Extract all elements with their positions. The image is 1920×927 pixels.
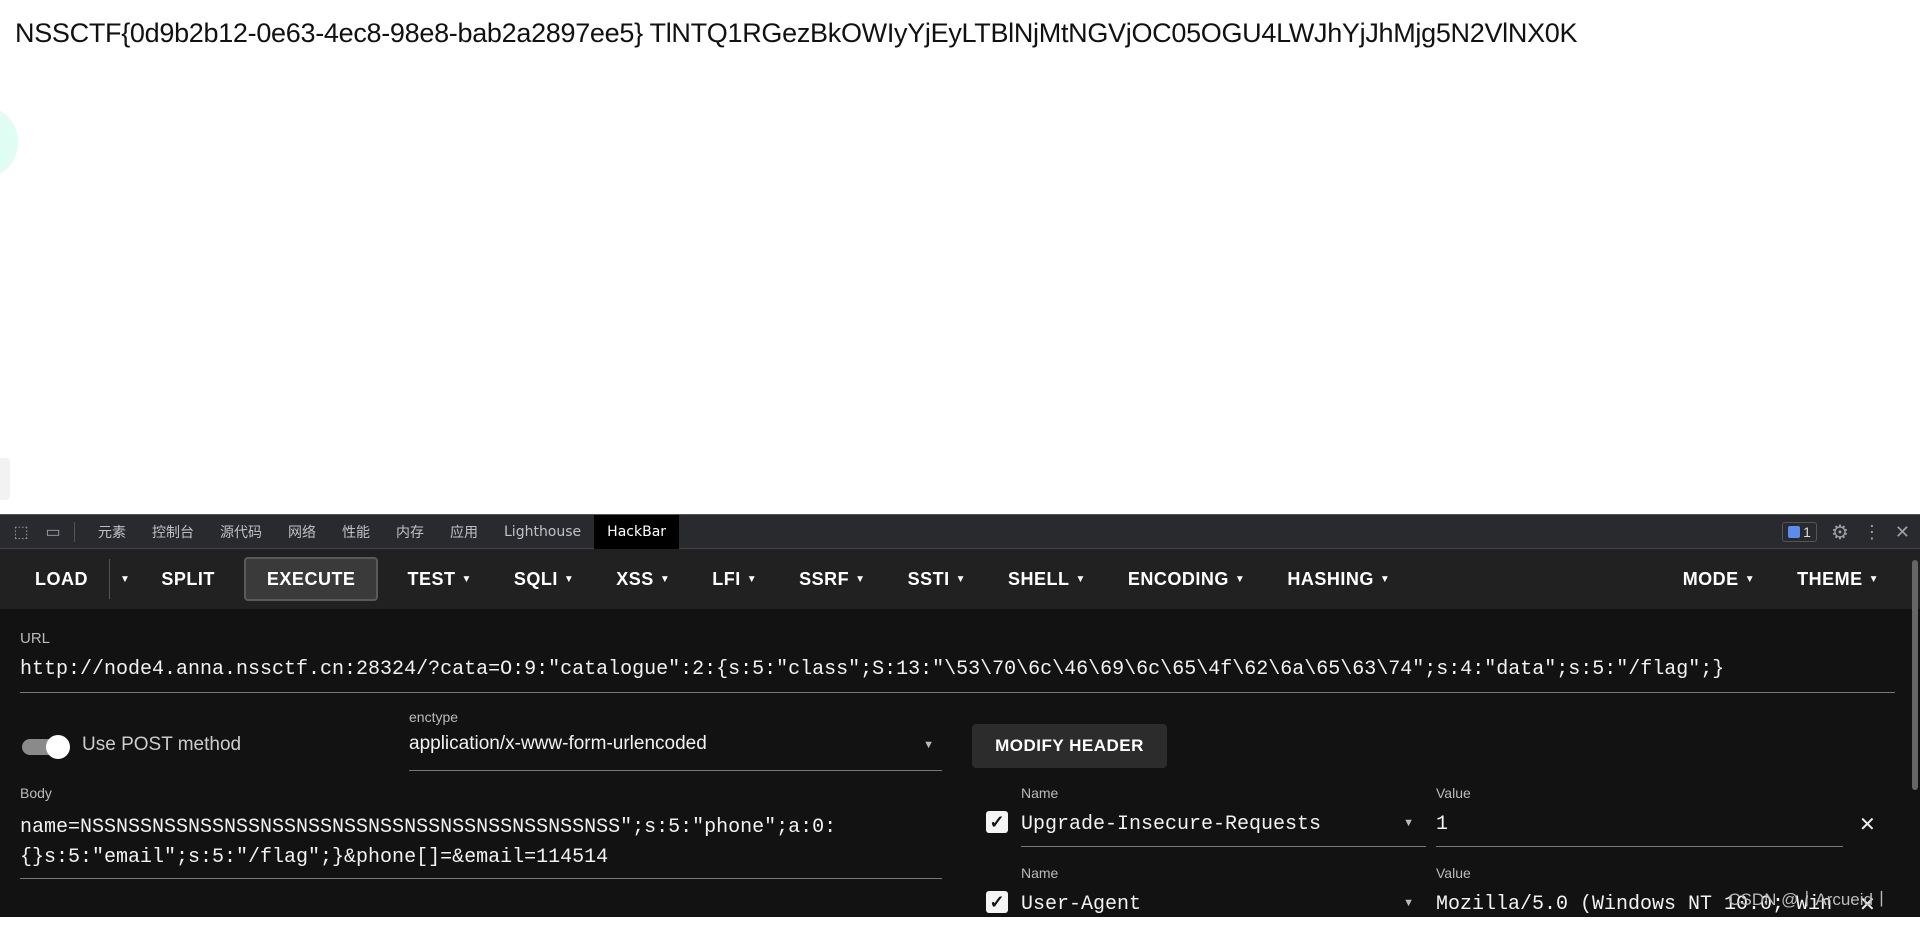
issues-count: 1 xyxy=(1803,524,1811,540)
post-toggle[interactable] xyxy=(22,735,72,759)
menu-xss[interactable]: XSS ▼ xyxy=(595,557,691,601)
menu-mode[interactable]: MODE ▼ xyxy=(1662,557,1776,601)
enctype-value: application/x-www-form-urlencoded xyxy=(409,733,707,754)
header-2-name-input[interactable]: User-Agent ▼ xyxy=(1021,893,1426,927)
tab-sources[interactable]: 源代码 xyxy=(207,515,275,549)
menu-label: HASHING xyxy=(1287,568,1374,589)
gear-icon[interactable]: ⚙ xyxy=(1831,520,1849,545)
tab-console[interactable]: 控制台 xyxy=(139,515,207,549)
header-1-value: 1 xyxy=(1436,813,1449,836)
execute-button[interactable]: EXECUTE xyxy=(243,557,379,601)
caret-down-icon: ▼ xyxy=(1403,817,1414,829)
enctype-label: enctype xyxy=(409,709,459,725)
menu-label: ENCODING xyxy=(1127,568,1229,589)
header-1-value-input[interactable]: 1 xyxy=(1436,813,1843,847)
caret-down-icon: ▼ xyxy=(1379,573,1391,585)
caret-down-icon: ▼ xyxy=(746,573,758,585)
caret-down-icon: ▼ xyxy=(461,573,472,585)
header-2-name: User-Agent xyxy=(1021,893,1142,916)
watermark: CSDN @丨Arcueid丨 xyxy=(1728,890,1890,909)
caret-down-icon: ▼ xyxy=(659,573,671,585)
devtools-tab-bar: ⬚ ▭ 元素 控制台 源代码 网络 性能 内存 应用 Lighthouse Ha… xyxy=(0,514,1920,549)
post-toggle-label: Use POST method xyxy=(82,734,242,755)
menu-label: MODE xyxy=(1682,568,1739,589)
menu-theme[interactable]: THEME ▼ xyxy=(1776,557,1900,601)
tab-network[interactable]: 网络 xyxy=(275,515,329,549)
menu-hashing[interactable]: HASHING ▼ xyxy=(1266,557,1411,601)
header-1-name: Upgrade-Insecure-Requests xyxy=(1021,813,1322,836)
caret-down-icon: ▼ xyxy=(1868,573,1879,585)
toolbar-right: MODE ▼ THEME ▼ xyxy=(1662,549,1900,609)
panel-scrollbar[interactable] xyxy=(1912,560,1918,790)
caret-down-icon: ▼ xyxy=(1234,573,1246,585)
menu-label: TEST xyxy=(407,568,456,589)
menu-label: SHELL xyxy=(1007,568,1070,589)
device-toolbar-icon[interactable]: ▭ xyxy=(42,521,64,543)
tab-lighthouse[interactable]: Lighthouse xyxy=(491,515,594,549)
floating-widget[interactable] xyxy=(0,108,18,176)
issues-badge[interactable]: 1 xyxy=(1782,522,1817,542)
tab-application[interactable]: 应用 xyxy=(437,515,491,549)
body-input[interactable]: name=NSSNSSNSSNSSNSSNSSNSSNSSNSSNSSNSSNS… xyxy=(20,813,942,879)
menu-shell[interactable]: SHELL ▼ xyxy=(987,557,1107,601)
menu-label: THEME xyxy=(1797,568,1863,589)
header-2-value-label: Value xyxy=(1436,865,1471,881)
more-vert-icon[interactable]: ⋮ xyxy=(1863,522,1881,543)
menu-label: SSRF xyxy=(799,568,850,589)
header-1-value-label: Value xyxy=(1436,785,1471,801)
menu-label: LFI xyxy=(712,568,741,589)
tab-memory[interactable]: 内存 xyxy=(383,515,437,549)
caret-down-icon: ▼ xyxy=(955,573,966,585)
body-line-1: name=NSSNSSNSSNSSNSSNSSNSSNSSNSSNSSNSSNS… xyxy=(20,816,837,839)
divider xyxy=(74,521,75,542)
caret-down-icon: ▼ xyxy=(1403,897,1414,909)
menu-label: SQLI xyxy=(513,568,558,589)
close-icon[interactable]: ✕ xyxy=(1895,522,1910,543)
menu-label: XSS xyxy=(616,568,654,589)
header-1-name-input[interactable]: Upgrade-Insecure-Requests ▼ xyxy=(1021,813,1426,847)
url-underline xyxy=(20,692,1895,693)
header-1-checkbox[interactable]: ✓ xyxy=(986,811,1008,833)
caret-down-icon: ▼ xyxy=(120,573,131,585)
header-2-checkbox[interactable]: ✓ xyxy=(986,891,1008,913)
load-dropdown-button[interactable]: ▼ xyxy=(109,559,140,599)
menu-ssti[interactable]: SSTI ▼ xyxy=(887,557,987,601)
menu-ssrf[interactable]: SSRF ▼ xyxy=(778,557,886,601)
inspect-element-icon[interactable]: ⬚ xyxy=(10,521,32,543)
devtools-actions: 1 ⚙ ⋮ ✕ xyxy=(1782,515,1910,549)
url-input[interactable]: http://node4.anna.nssctf.cn:28324/?cata=… xyxy=(20,658,1724,681)
side-handle[interactable] xyxy=(0,458,10,500)
menu-sqli[interactable]: SQLI ▼ xyxy=(493,557,595,601)
tab-hackbar[interactable]: HackBar xyxy=(594,514,680,549)
header-2-name-label: Name xyxy=(1021,865,1059,881)
tab-elements[interactable]: 元素 xyxy=(85,515,139,549)
tab-performance[interactable]: 性能 xyxy=(329,515,383,549)
url-label: URL xyxy=(20,630,51,647)
menu-label: SSTI xyxy=(907,568,950,589)
caret-down-icon: ▼ xyxy=(1075,573,1086,585)
menu-encoding[interactable]: ENCODING ▼ xyxy=(1107,557,1266,601)
enctype-select[interactable]: application/x-www-form-urlencoded ▼ xyxy=(409,733,942,771)
body-line-2: {}s:5:"email";s:5:"/flag";}&phone[]=&ema… xyxy=(20,846,609,869)
menu-test[interactable]: TEST ▼ xyxy=(386,557,492,601)
header-1-name-label: Name xyxy=(1021,785,1059,801)
split-button[interactable]: SPLIT xyxy=(140,557,236,601)
page-flag-text: NSSCTF{0d9b2b12-0e63-4ec8-98e8-bab2a2897… xyxy=(15,18,1578,48)
caret-down-icon: ▼ xyxy=(923,739,934,751)
modify-header-button[interactable]: MODIFY HEADER xyxy=(972,724,1167,768)
caret-down-icon: ▼ xyxy=(855,573,866,585)
load-button[interactable]: LOAD xyxy=(14,557,109,601)
body-label: Body xyxy=(20,785,52,801)
header-1-remove-icon[interactable]: ✕ xyxy=(1859,812,1876,837)
hackbar-toolbar: LOAD ▼ SPLIT EXECUTE TEST ▼ SQLI ▼ XSS ▼ LF… xyxy=(0,549,1920,609)
caret-down-icon: ▼ xyxy=(563,573,575,585)
caret-down-icon: ▼ xyxy=(1744,573,1756,585)
hackbar-panel: URL http://node4.anna.nssctf.cn:28324/?c… xyxy=(0,609,1920,917)
message-icon xyxy=(1788,526,1801,538)
menu-lfi[interactable]: LFI ▼ xyxy=(691,557,778,601)
